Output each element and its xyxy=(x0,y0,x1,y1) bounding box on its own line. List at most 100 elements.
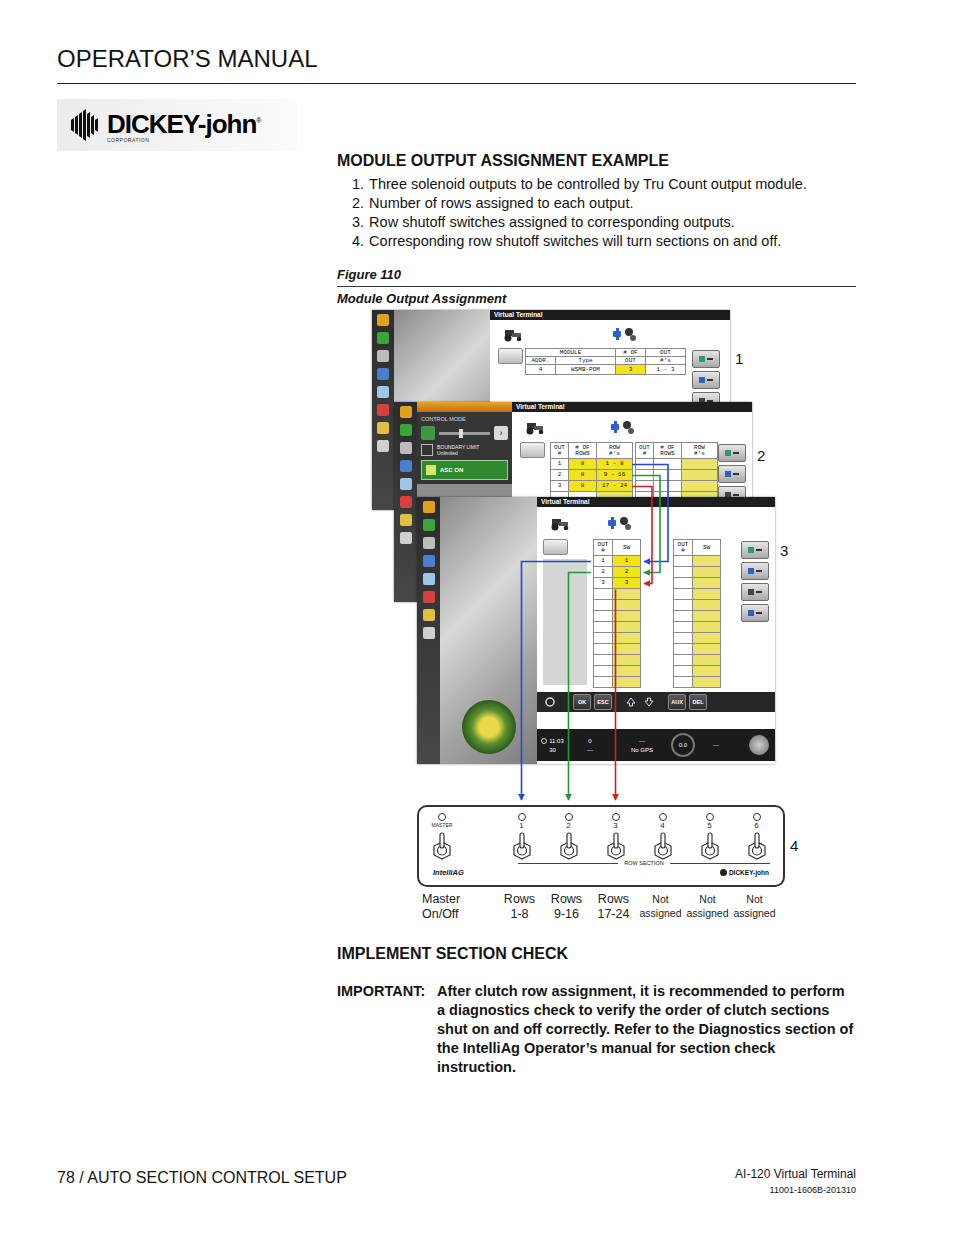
table-row[interactable] xyxy=(674,578,721,589)
table-row[interactable] xyxy=(594,633,641,644)
row-section-switch[interactable]: 6 xyxy=(733,807,780,860)
table-row[interactable] xyxy=(594,677,641,688)
home-button[interactable] xyxy=(543,539,568,555)
table-row[interactable] xyxy=(594,622,641,633)
table-cell[interactable]: 4 xyxy=(526,365,556,375)
table-row[interactable] xyxy=(636,470,718,481)
table-cell[interactable] xyxy=(613,622,641,633)
table-cell[interactable] xyxy=(636,459,654,470)
escape-button[interactable]: ESC xyxy=(594,694,612,710)
table-cell[interactable]: 3 xyxy=(551,481,569,492)
table-row[interactable] xyxy=(674,622,721,633)
table-cell[interactable]: 1 xyxy=(551,459,569,470)
table-cell[interactable] xyxy=(674,644,693,655)
table-row[interactable] xyxy=(674,556,721,567)
table-cell[interactable] xyxy=(594,666,613,677)
table-cell[interactable] xyxy=(674,666,693,677)
table-row[interactable]: 3817 - 24 xyxy=(551,481,633,492)
table-cell[interactable] xyxy=(693,622,721,633)
module-connector-icon[interactable] xyxy=(612,326,638,342)
table-cell[interactable] xyxy=(693,578,721,589)
sidebar-app-icon[interactable] xyxy=(400,424,412,436)
row-section-switch[interactable]: 5 xyxy=(686,807,733,860)
sidebar-app-icon[interactable] xyxy=(400,406,412,418)
table-cell[interactable]: 3 xyxy=(613,578,641,589)
toggle-switch-icon[interactable] xyxy=(746,830,768,860)
table-cell[interactable] xyxy=(674,578,693,589)
sidebar-app-icon[interactable] xyxy=(377,314,389,326)
table-cell[interactable] xyxy=(674,567,693,578)
table-row[interactable] xyxy=(636,481,718,492)
down-arrow-icon[interactable] xyxy=(641,694,657,710)
table-cell[interactable] xyxy=(654,470,682,481)
refresh-icon[interactable] xyxy=(541,694,559,710)
table-row[interactable] xyxy=(674,567,721,578)
toggle-switch-icon[interactable] xyxy=(652,830,674,860)
table-cell[interactable] xyxy=(654,459,682,470)
mode-slider[interactable] xyxy=(439,432,490,435)
sidebar-app-icon[interactable] xyxy=(400,478,412,490)
sidebar-app-icon[interactable] xyxy=(423,591,435,603)
table-cell[interactable] xyxy=(613,666,641,677)
table-cell[interactable]: 1 - 8 xyxy=(597,459,633,470)
table-cell[interactable] xyxy=(613,677,641,688)
table-row[interactable]: 4WSMB-POM31 - 3 xyxy=(526,365,686,375)
master-switch[interactable]: MASTER xyxy=(420,807,464,860)
table-cell[interactable] xyxy=(613,633,641,644)
table-cell[interactable] xyxy=(693,600,721,611)
table-row[interactable] xyxy=(674,633,721,644)
module-connector-icon[interactable] xyxy=(607,515,633,531)
table-row[interactable] xyxy=(674,666,721,677)
table-cell[interactable] xyxy=(594,600,613,611)
next-button[interactable]: › xyxy=(494,426,508,440)
table-cell[interactable] xyxy=(693,589,721,600)
table-cell[interactable] xyxy=(594,677,613,688)
table-row[interactable] xyxy=(674,644,721,655)
table-cell[interactable]: WSMB-POM xyxy=(556,365,616,375)
table-cell[interactable] xyxy=(693,611,721,622)
table-row[interactable] xyxy=(594,589,641,600)
table-cell[interactable] xyxy=(674,677,693,688)
table-cell[interactable]: 1 xyxy=(613,556,641,567)
ok-button[interactable]: OK xyxy=(573,694,591,710)
table-cell[interactable] xyxy=(594,589,613,600)
table-row[interactable]: 33 xyxy=(594,578,641,589)
sidebar-app-icon[interactable] xyxy=(377,440,389,452)
table-row[interactable] xyxy=(674,589,721,600)
table-cell[interactable] xyxy=(693,633,721,644)
row-section-switch[interactable]: 1 xyxy=(498,807,545,860)
table-cell[interactable] xyxy=(682,459,718,470)
toggle-switch-icon[interactable] xyxy=(511,830,533,860)
side-button[interactable] xyxy=(741,583,769,601)
tractor-icon[interactable] xyxy=(524,420,546,435)
side-button[interactable] xyxy=(718,465,746,483)
up-arrow-icon[interactable] xyxy=(623,694,639,710)
table-cell[interactable] xyxy=(594,633,613,644)
boundary-row[interactable]: BOUNDARY LIMITUnlimited xyxy=(417,444,512,456)
table-row[interactable] xyxy=(674,655,721,666)
table-cell[interactable] xyxy=(594,644,613,655)
side-button[interactable] xyxy=(692,350,720,368)
sidebar-app-icon[interactable] xyxy=(400,496,412,508)
table-cell[interactable]: 17 - 24 xyxy=(597,481,633,492)
sidebar-app-icon[interactable] xyxy=(377,404,389,416)
table-row[interactable] xyxy=(594,655,641,666)
row-section-switch[interactable]: 3 xyxy=(592,807,639,860)
sidebar-app-icon[interactable] xyxy=(377,350,389,362)
table-cell[interactable] xyxy=(613,644,641,655)
menu-button[interactable] xyxy=(749,735,769,755)
table-cell[interactable] xyxy=(674,611,693,622)
table-cell[interactable] xyxy=(613,655,641,666)
sidebar-app-icon[interactable] xyxy=(423,537,435,549)
side-button[interactable] xyxy=(741,562,769,580)
side-button[interactable] xyxy=(741,541,769,559)
table-row[interactable]: 11 xyxy=(594,556,641,567)
table-cell[interactable]: 8 xyxy=(569,459,597,470)
table-cell[interactable] xyxy=(693,655,721,666)
table-cell[interactable] xyxy=(674,622,693,633)
sidebar-app-icon[interactable] xyxy=(377,386,389,398)
row-section-switch[interactable]: 2 xyxy=(545,807,592,860)
table-cell[interactable]: 8 xyxy=(569,481,597,492)
sidebar-app-icon[interactable] xyxy=(377,332,389,344)
table-cell[interactable] xyxy=(674,556,693,567)
